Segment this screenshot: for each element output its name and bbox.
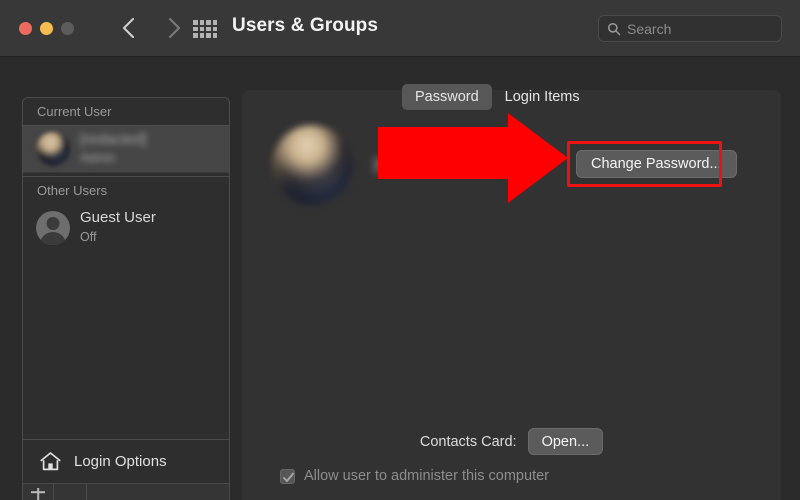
navigation-arrows — [118, 14, 185, 42]
avatar[interactable] — [272, 125, 352, 205]
chevron-right-icon[interactable] — [163, 14, 185, 42]
grid-dot — [206, 33, 211, 38]
plus-icon — [31, 491, 45, 493]
sidebar-item-label: [redacted] — [80, 130, 147, 148]
avatar — [36, 210, 70, 245]
administer-checkbox — [280, 468, 295, 484]
grid-dot — [193, 20, 198, 25]
remove-user-button[interactable] — [54, 484, 87, 500]
tab-login-items[interactable]: Login Items — [492, 84, 593, 110]
window-toolbar: Users & Groups Search — [0, 0, 800, 57]
account-summary: [redacted] — [272, 125, 445, 205]
grid-dot — [206, 20, 211, 25]
sidebar-item-login-options[interactable]: Login Options — [23, 439, 229, 483]
grid-dot — [199, 20, 204, 25]
home-icon — [38, 449, 63, 474]
page-title: Users & Groups — [232, 15, 379, 36]
search-icon — [607, 22, 621, 36]
grid-dot — [199, 33, 204, 38]
administer-computer-row[interactable]: Allow user to administer this computer — [280, 468, 549, 484]
sidebar-item-label: Login Options — [74, 453, 167, 470]
contacts-card-label: Contacts Card: — [419, 433, 517, 450]
sidebar-item-text: Guest User Off — [80, 209, 156, 246]
sidebar-item-guest-user[interactable]: Guest User Off — [23, 204, 229, 252]
grid-dot — [193, 26, 198, 32]
administer-label: Allow user to administer this computer — [304, 468, 549, 484]
avatar-head — [46, 217, 60, 231]
zoom-window-button — [61, 22, 74, 35]
sidebar-group-header-current-user: Current User — [37, 104, 112, 119]
sidebar-item-sublabel: Admin — [80, 150, 116, 165]
sidebar-group-header-other-users: Other Users — [37, 182, 108, 198]
search-placeholder: Search — [627, 20, 672, 37]
add-user-button[interactable] — [23, 484, 54, 500]
avatar — [36, 131, 70, 166]
sidebar-item-label: Guest User — [80, 209, 156, 227]
open-contacts-card-button[interactable]: Open... — [527, 428, 604, 455]
users-sidebar: Current User [redacted] Admin Other User… — [22, 97, 230, 500]
content-panel: Password Login Items [redacted] Change P… — [242, 84, 781, 500]
plus-icon — [37, 488, 39, 500]
show-all-grid-icon[interactable] — [193, 20, 217, 38]
sidebar-item-current-user[interactable]: [redacted] Admin — [23, 124, 229, 173]
users-and-groups-window: Users & Groups Search Current User [reda… — [0, 0, 800, 500]
avatar-body — [40, 231, 66, 245]
sidebar-item-text: [redacted] Admin — [80, 131, 147, 168]
account-name: [redacted] — [374, 156, 446, 173]
grid-dot — [212, 20, 217, 25]
traffic-lights — [19, 22, 74, 35]
close-window-button[interactable] — [19, 22, 32, 35]
search-input[interactable]: Search — [598, 15, 782, 42]
grid-dot — [206, 26, 211, 32]
grid-dot — [212, 26, 217, 32]
tab-bar: Password Login Items — [402, 84, 593, 110]
minimize-window-button[interactable] — [40, 22, 53, 35]
chevron-left-icon[interactable] — [118, 14, 140, 42]
checkmark-icon — [283, 472, 294, 482]
tab-password[interactable]: Password — [402, 84, 492, 110]
grid-dot — [199, 26, 204, 32]
contacts-card-row: Contacts Card: Open... — [242, 428, 781, 455]
grid-dot — [212, 33, 217, 38]
highlight-box — [567, 141, 722, 187]
grid-dot — [193, 33, 198, 38]
sidebar-item-sublabel: Off — [80, 229, 97, 244]
sidebar-footer-toolbar — [23, 483, 229, 500]
